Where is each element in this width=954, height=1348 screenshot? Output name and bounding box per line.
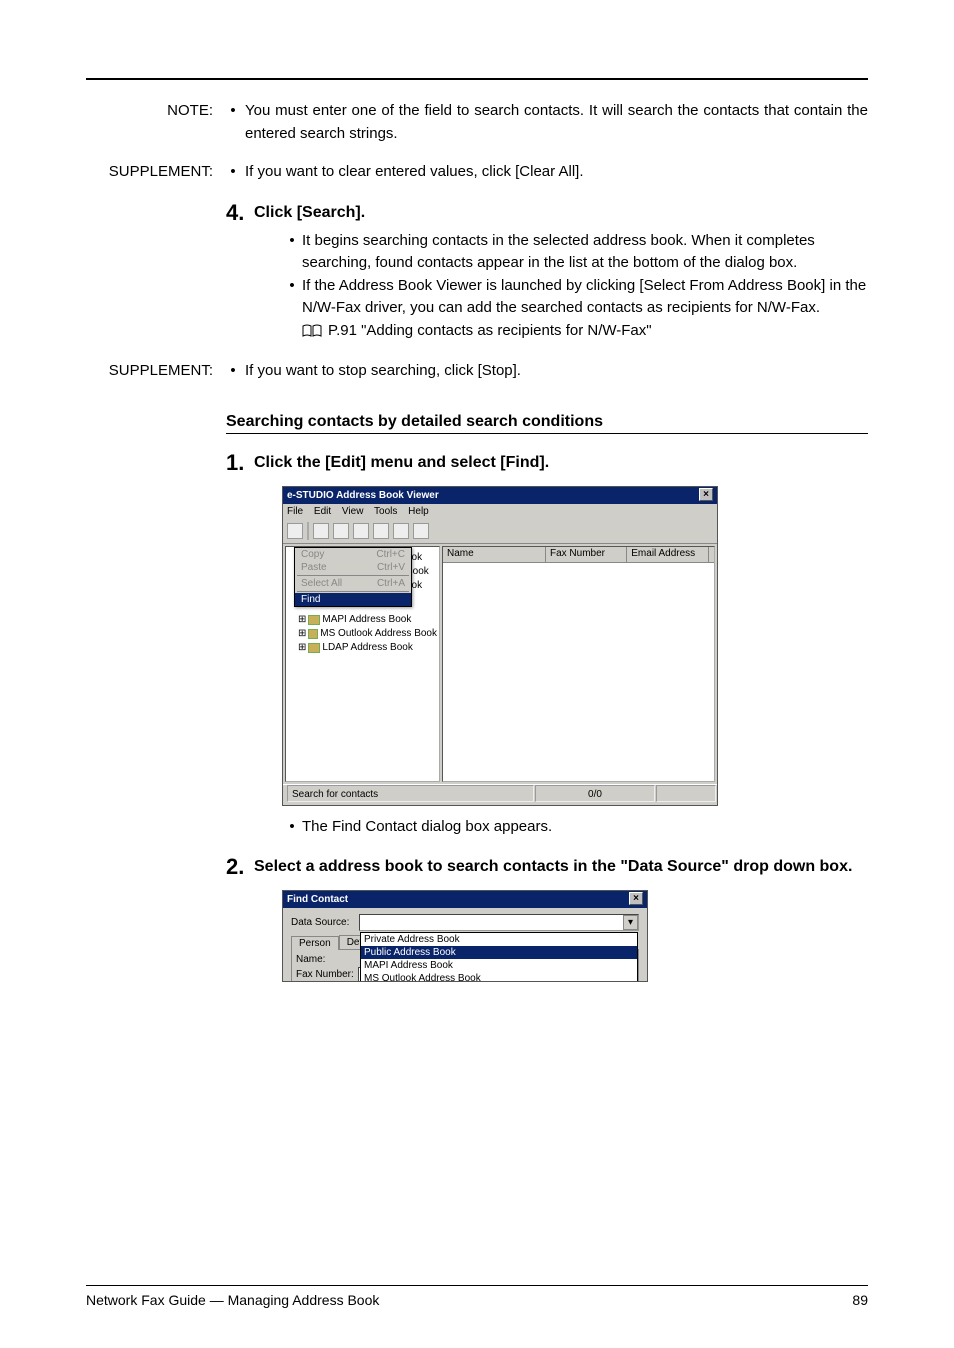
step-2: 2. Select a address book to search conta…: [226, 854, 868, 880]
window-title: e-STUDIO Address Book Viewer: [287, 487, 439, 504]
bullet-text: The Find Contact dialog box appears.: [302, 816, 868, 839]
col-name[interactable]: Name: [443, 547, 546, 562]
dropdown-options: Private Address Book Public Address Book…: [360, 932, 638, 982]
chevron-down-icon[interactable]: ▾: [623, 915, 638, 930]
tab-person[interactable]: Person: [291, 936, 339, 950]
toolbar-icon[interactable]: [413, 523, 429, 539]
tree-panel[interactable]: CopyCtrl+C PasteCtrl+V Select AllCtrl+A …: [285, 546, 440, 782]
window-find-contact: Find Contact × Data Source: ▾ Private Ad…: [282, 890, 648, 982]
bullet: •: [221, 360, 245, 383]
menu-item-select-all[interactable]: Select AllCtrl+A: [295, 577, 411, 590]
menu-help[interactable]: Help: [408, 506, 429, 517]
step-title: Select a address book to search contacts…: [254, 854, 852, 880]
note-row: NOTE: • You must enter one of the field …: [86, 100, 868, 145]
menu-edit[interactable]: Edit: [314, 506, 331, 517]
bullet: •: [221, 161, 245, 184]
tree-node[interactable]: ⊞MAPI Address Book: [298, 613, 437, 627]
supplement-label: SUPPLEMENT:: [86, 161, 221, 184]
dropdown-option[interactable]: MS Outlook Address Book: [361, 972, 637, 982]
supplement-row-2: SUPPLEMENT: • If you want to stop search…: [86, 360, 868, 383]
folder-icon: [308, 629, 318, 639]
step-title: Click the [Edit] menu and select [Find].: [254, 450, 549, 476]
bullet-text: It begins searching contacts in the sele…: [302, 230, 868, 275]
tree-node[interactable]: ⊞LDAP Address Book: [298, 641, 437, 655]
menu-tools[interactable]: Tools: [374, 506, 397, 517]
menu-item-paste[interactable]: PasteCtrl+V: [295, 561, 411, 574]
close-icon[interactable]: ×: [699, 488, 713, 501]
footer-page-number: 89: [852, 1292, 868, 1308]
bullet: •: [282, 230, 302, 275]
screenshot-address-book-viewer: e-STUDIO Address Book Viewer × File Edit…: [282, 486, 868, 806]
bullet: •: [221, 100, 245, 145]
step-number: 2.: [226, 854, 254, 880]
step-number: 1.: [226, 450, 254, 476]
menu-item-copy[interactable]: CopyCtrl+C: [295, 548, 411, 561]
status-count: 0/0: [535, 785, 655, 802]
supplement-row-1: SUPPLEMENT: • If you want to clear enter…: [86, 161, 868, 184]
menu-item-find[interactable]: Find: [295, 593, 411, 606]
toolbar: [283, 520, 717, 544]
edit-dropdown-menu: CopyCtrl+C PasteCtrl+V Select AllCtrl+A …: [294, 547, 412, 607]
name-label: Name:: [296, 954, 358, 965]
status-bar: Search for contacts 0/0: [283, 784, 717, 802]
step-number: 4.: [226, 200, 254, 226]
bullet-text: If the Address Book Viewer is launched b…: [302, 275, 868, 320]
supplement-label: SUPPLEMENT:: [86, 360, 221, 383]
step-4-bullet-1: • It begins searching contacts in the se…: [282, 230, 868, 275]
step-4-bullet-2: • If the Address Book Viewer is launched…: [282, 275, 868, 320]
dropdown-option[interactable]: MAPI Address Book: [361, 959, 637, 972]
note-label: NOTE:: [86, 100, 221, 145]
window-titlebar: Find Contact ×: [283, 891, 647, 908]
folder-icon: [308, 615, 320, 625]
status-text: Search for contacts: [287, 785, 534, 802]
toolbar-icon[interactable]: [333, 523, 349, 539]
screenshot-find-contact: Find Contact × Data Source: ▾ Private Ad…: [282, 890, 868, 982]
book-reference: P.91 "Adding contacts as recipients for …: [302, 320, 868, 343]
supplement-text: If you want to clear entered values, cli…: [245, 161, 868, 184]
dropdown-option-selected[interactable]: Public Address Book: [361, 946, 637, 959]
list-panel: Name Fax Number Email Address: [442, 546, 715, 782]
toolbar-icon[interactable]: [287, 523, 303, 539]
window-address-book-viewer: e-STUDIO Address Book Viewer × File Edit…: [282, 486, 718, 806]
note-text: You must enter one of the field to searc…: [245, 100, 868, 145]
menu-file[interactable]: File: [287, 506, 303, 517]
col-fax[interactable]: Fax Number: [546, 547, 627, 562]
data-source-label: Data Source:: [291, 917, 359, 928]
header-divider: [86, 78, 868, 80]
window-titlebar: e-STUDIO Address Book Viewer ×: [283, 487, 717, 504]
page-footer: Network Fax Guide — Managing Address Boo…: [86, 1285, 868, 1308]
folder-icon: [308, 643, 320, 653]
tree-node[interactable]: ⊞MS Outlook Address Book: [298, 627, 437, 641]
supplement-text: If you want to stop searching, click [St…: [245, 360, 868, 383]
toolbar-icon[interactable]: [313, 523, 329, 539]
bullet: •: [282, 816, 302, 839]
toolbar-icon[interactable]: [373, 523, 389, 539]
reference-text: P.91 "Adding contacts as recipients for …: [328, 320, 652, 343]
step-1: 1. Click the [Edit] menu and select [Fin…: [226, 450, 868, 476]
window-body: CopyCtrl+C PasteCtrl+V Select AllCtrl+A …: [283, 544, 717, 784]
data-source-row: Data Source: ▾ Private Address Book Publ…: [291, 914, 639, 931]
close-icon[interactable]: ×: [629, 892, 643, 905]
menu-view[interactable]: View: [342, 506, 364, 517]
section-heading: Searching contacts by detailed search co…: [226, 413, 868, 434]
bullet: •: [282, 275, 302, 320]
fax-label: Fax Number:: [296, 969, 358, 980]
col-email[interactable]: Email Address: [627, 547, 708, 562]
toolbar-icon[interactable]: [393, 523, 409, 539]
toolbar-icon[interactable]: [353, 523, 369, 539]
status-cell: [656, 785, 716, 802]
step-4: 4. Click [Search].: [226, 200, 868, 226]
window-title: Find Contact: [287, 891, 348, 908]
list-header: Name Fax Number Email Address: [443, 547, 714, 563]
data-source-dropdown[interactable]: ▾ Private Address Book Public Address Bo…: [359, 914, 639, 931]
step-title: Click [Search].: [254, 200, 365, 226]
footer-left: Network Fax Guide — Managing Address Boo…: [86, 1292, 379, 1308]
book-icon: [302, 324, 322, 338]
dropdown-option[interactable]: Private Address Book: [361, 933, 637, 946]
menu-bar[interactable]: File Edit View Tools Help: [283, 504, 717, 520]
step-1-after: • The Find Contact dialog box appears.: [282, 816, 868, 839]
